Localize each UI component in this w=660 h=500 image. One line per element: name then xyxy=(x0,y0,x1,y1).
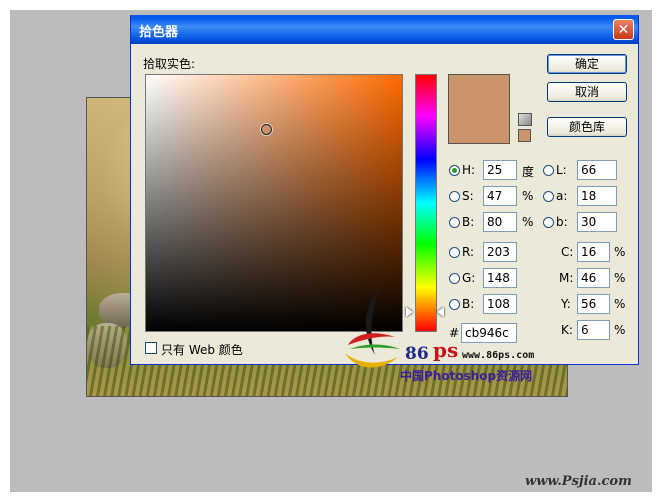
pick-color-label: 拾取实色: xyxy=(143,57,196,71)
lab-a-radio[interactable] xyxy=(543,191,554,202)
color-library-button[interactable]: 颜色库 xyxy=(547,117,627,137)
close-button[interactable]: ✕ xyxy=(613,19,634,40)
lab-l-radio[interactable] xyxy=(543,165,554,176)
lab-b-radio[interactable] xyxy=(543,217,554,228)
magenta-label: M: xyxy=(559,271,574,285)
lab-l-field[interactable]: 66 xyxy=(577,160,617,180)
cyan-unit: % xyxy=(614,245,626,259)
brightness-radio[interactable] xyxy=(449,217,460,228)
watermark-86: 86 xyxy=(405,344,429,364)
dialog-titlebar[interactable]: 拾色器 ✕ xyxy=(131,15,638,44)
saturation-unit: % xyxy=(522,189,534,203)
cube-icon[interactable] xyxy=(518,113,532,126)
blue-field[interactable]: 108 xyxy=(483,294,517,314)
hue-label: H: xyxy=(462,163,476,177)
cyan-field[interactable]: 16 xyxy=(577,242,610,262)
ok-button[interactable]: 确定 xyxy=(547,54,627,74)
green-label: G: xyxy=(462,271,476,285)
watermark-site-name: 中国Photoshop资源网 xyxy=(400,369,533,383)
blue-label: B: xyxy=(462,297,475,311)
black-field[interactable]: 6 xyxy=(577,320,610,340)
saturation-label: S: xyxy=(462,189,474,203)
web-colors-only-label: 只有 Web 颜色 xyxy=(161,343,243,357)
black-unit: % xyxy=(614,323,626,337)
lab-b-field[interactable]: 30 xyxy=(577,212,617,232)
new-color-swatch xyxy=(448,74,510,144)
hue-slider[interactable] xyxy=(415,74,437,332)
saturation-radio[interactable] xyxy=(449,191,460,202)
watermark-url-corner: www.Psjia.com xyxy=(525,474,632,489)
yellow-unit: % xyxy=(614,297,626,311)
watermark-logo-icon xyxy=(345,287,400,368)
close-icon: ✕ xyxy=(617,22,630,38)
cancel-button[interactable]: 取消 xyxy=(547,82,627,102)
red-radio[interactable] xyxy=(449,247,460,258)
yellow-field[interactable]: 56 xyxy=(577,294,610,314)
hue-radio[interactable] xyxy=(449,165,460,176)
color-picker-cursor[interactable] xyxy=(261,124,272,135)
lab-a-label: a: xyxy=(556,189,568,203)
brightness-unit: % xyxy=(522,215,534,229)
web-safe-color-swatch[interactable] xyxy=(518,129,531,142)
yellow-label: Y: xyxy=(561,297,571,311)
cyan-label: C: xyxy=(561,245,574,259)
hex-field[interactable]: cb946c xyxy=(461,323,517,343)
web-colors-only-checkbox[interactable] xyxy=(145,342,157,354)
magenta-field[interactable]: 46 xyxy=(577,268,610,288)
green-field[interactable]: 148 xyxy=(483,268,517,288)
hue-slider-handle-right[interactable] xyxy=(437,307,444,317)
watermark-url: www.86ps.com xyxy=(462,350,535,361)
blue-radio[interactable] xyxy=(449,299,460,310)
red-label: R: xyxy=(462,245,475,259)
brightness-field[interactable]: 80 xyxy=(483,212,517,232)
green-radio[interactable] xyxy=(449,273,460,284)
hue-field[interactable]: 25 xyxy=(483,160,517,180)
saturation-field[interactable]: 47 xyxy=(483,186,517,206)
watermark-ps: ps xyxy=(433,338,459,362)
magenta-unit: % xyxy=(614,271,626,285)
lab-l-label: L: xyxy=(556,163,567,177)
hue-unit: 度 xyxy=(522,165,535,179)
brightness-label: B: xyxy=(462,215,475,229)
lab-a-field[interactable]: 18 xyxy=(577,186,617,206)
dialog-title: 拾色器 xyxy=(139,25,179,40)
red-field[interactable]: 203 xyxy=(483,242,517,262)
black-label: K: xyxy=(561,323,573,337)
lab-b-label: b: xyxy=(556,215,568,229)
